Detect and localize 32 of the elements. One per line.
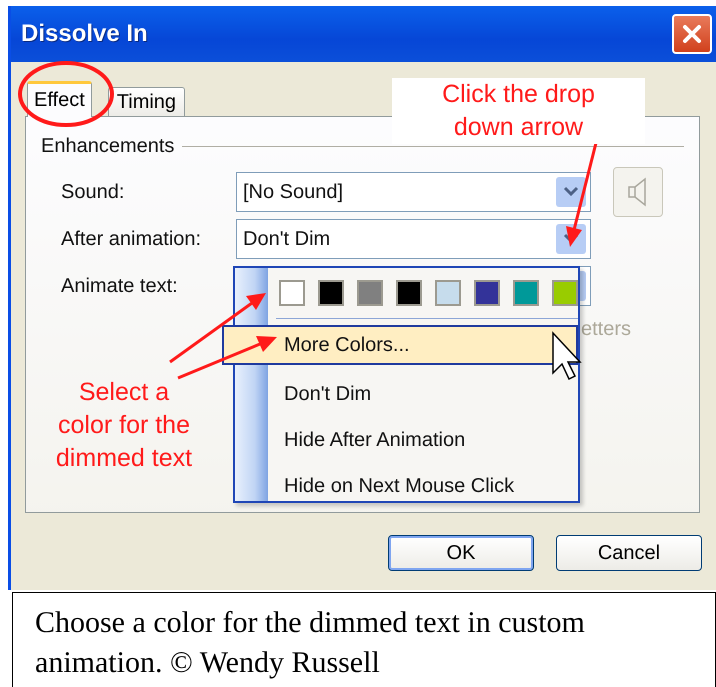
option-label: etters	[581, 318, 632, 340]
field-label: Animate text:	[61, 274, 179, 298]
color-swatch[interactable]	[552, 280, 578, 306]
dialog-button[interactable]: Cancel	[556, 535, 702, 571]
chevron-icon	[556, 177, 586, 207]
tab[interactable]: Effect	[27, 81, 92, 117]
menu-item[interactable]: Hide After Animation	[268, 417, 578, 463]
annotation-text: Click the drop down arrow	[392, 78, 645, 144]
speaker-button[interactable]	[613, 167, 663, 217]
tab[interactable]: Timing	[108, 87, 186, 116]
close-button[interactable]	[672, 14, 712, 54]
color-swatch[interactable]	[318, 280, 344, 306]
color-swatch[interactable]	[474, 280, 500, 306]
color-swatch[interactable]	[513, 280, 539, 306]
close-icon	[681, 23, 703, 45]
dialog-button[interactable]: OK	[388, 535, 534, 571]
dropdown-field[interactable]: [No Sound]	[236, 172, 591, 212]
menu-item[interactable]: More Colors...	[222, 325, 578, 365]
dropdown-field[interactable]: Don't Dim	[236, 219, 591, 259]
caption: Choose a color for the dimmed text in custom animation. © Wendy Russell	[12, 592, 716, 687]
menu-item[interactable]: Don't Dim	[268, 371, 578, 417]
menu-item[interactable]: Hide on Next Mouse Click	[268, 463, 578, 509]
color-swatch[interactable]	[279, 280, 305, 306]
field-label: After animation:	[61, 228, 202, 250]
group-title: Enhancements	[41, 135, 174, 158]
field-label: Sound:	[61, 180, 126, 204]
window-title: Dissolve In	[21, 20, 148, 48]
color-swatch[interactable]	[435, 280, 461, 306]
color-swatch[interactable]	[396, 280, 422, 306]
color-swatch[interactable]	[357, 280, 383, 306]
annotation-text: Select a color for the dimmed text	[54, 377, 194, 474]
speaker-icon	[627, 176, 649, 208]
